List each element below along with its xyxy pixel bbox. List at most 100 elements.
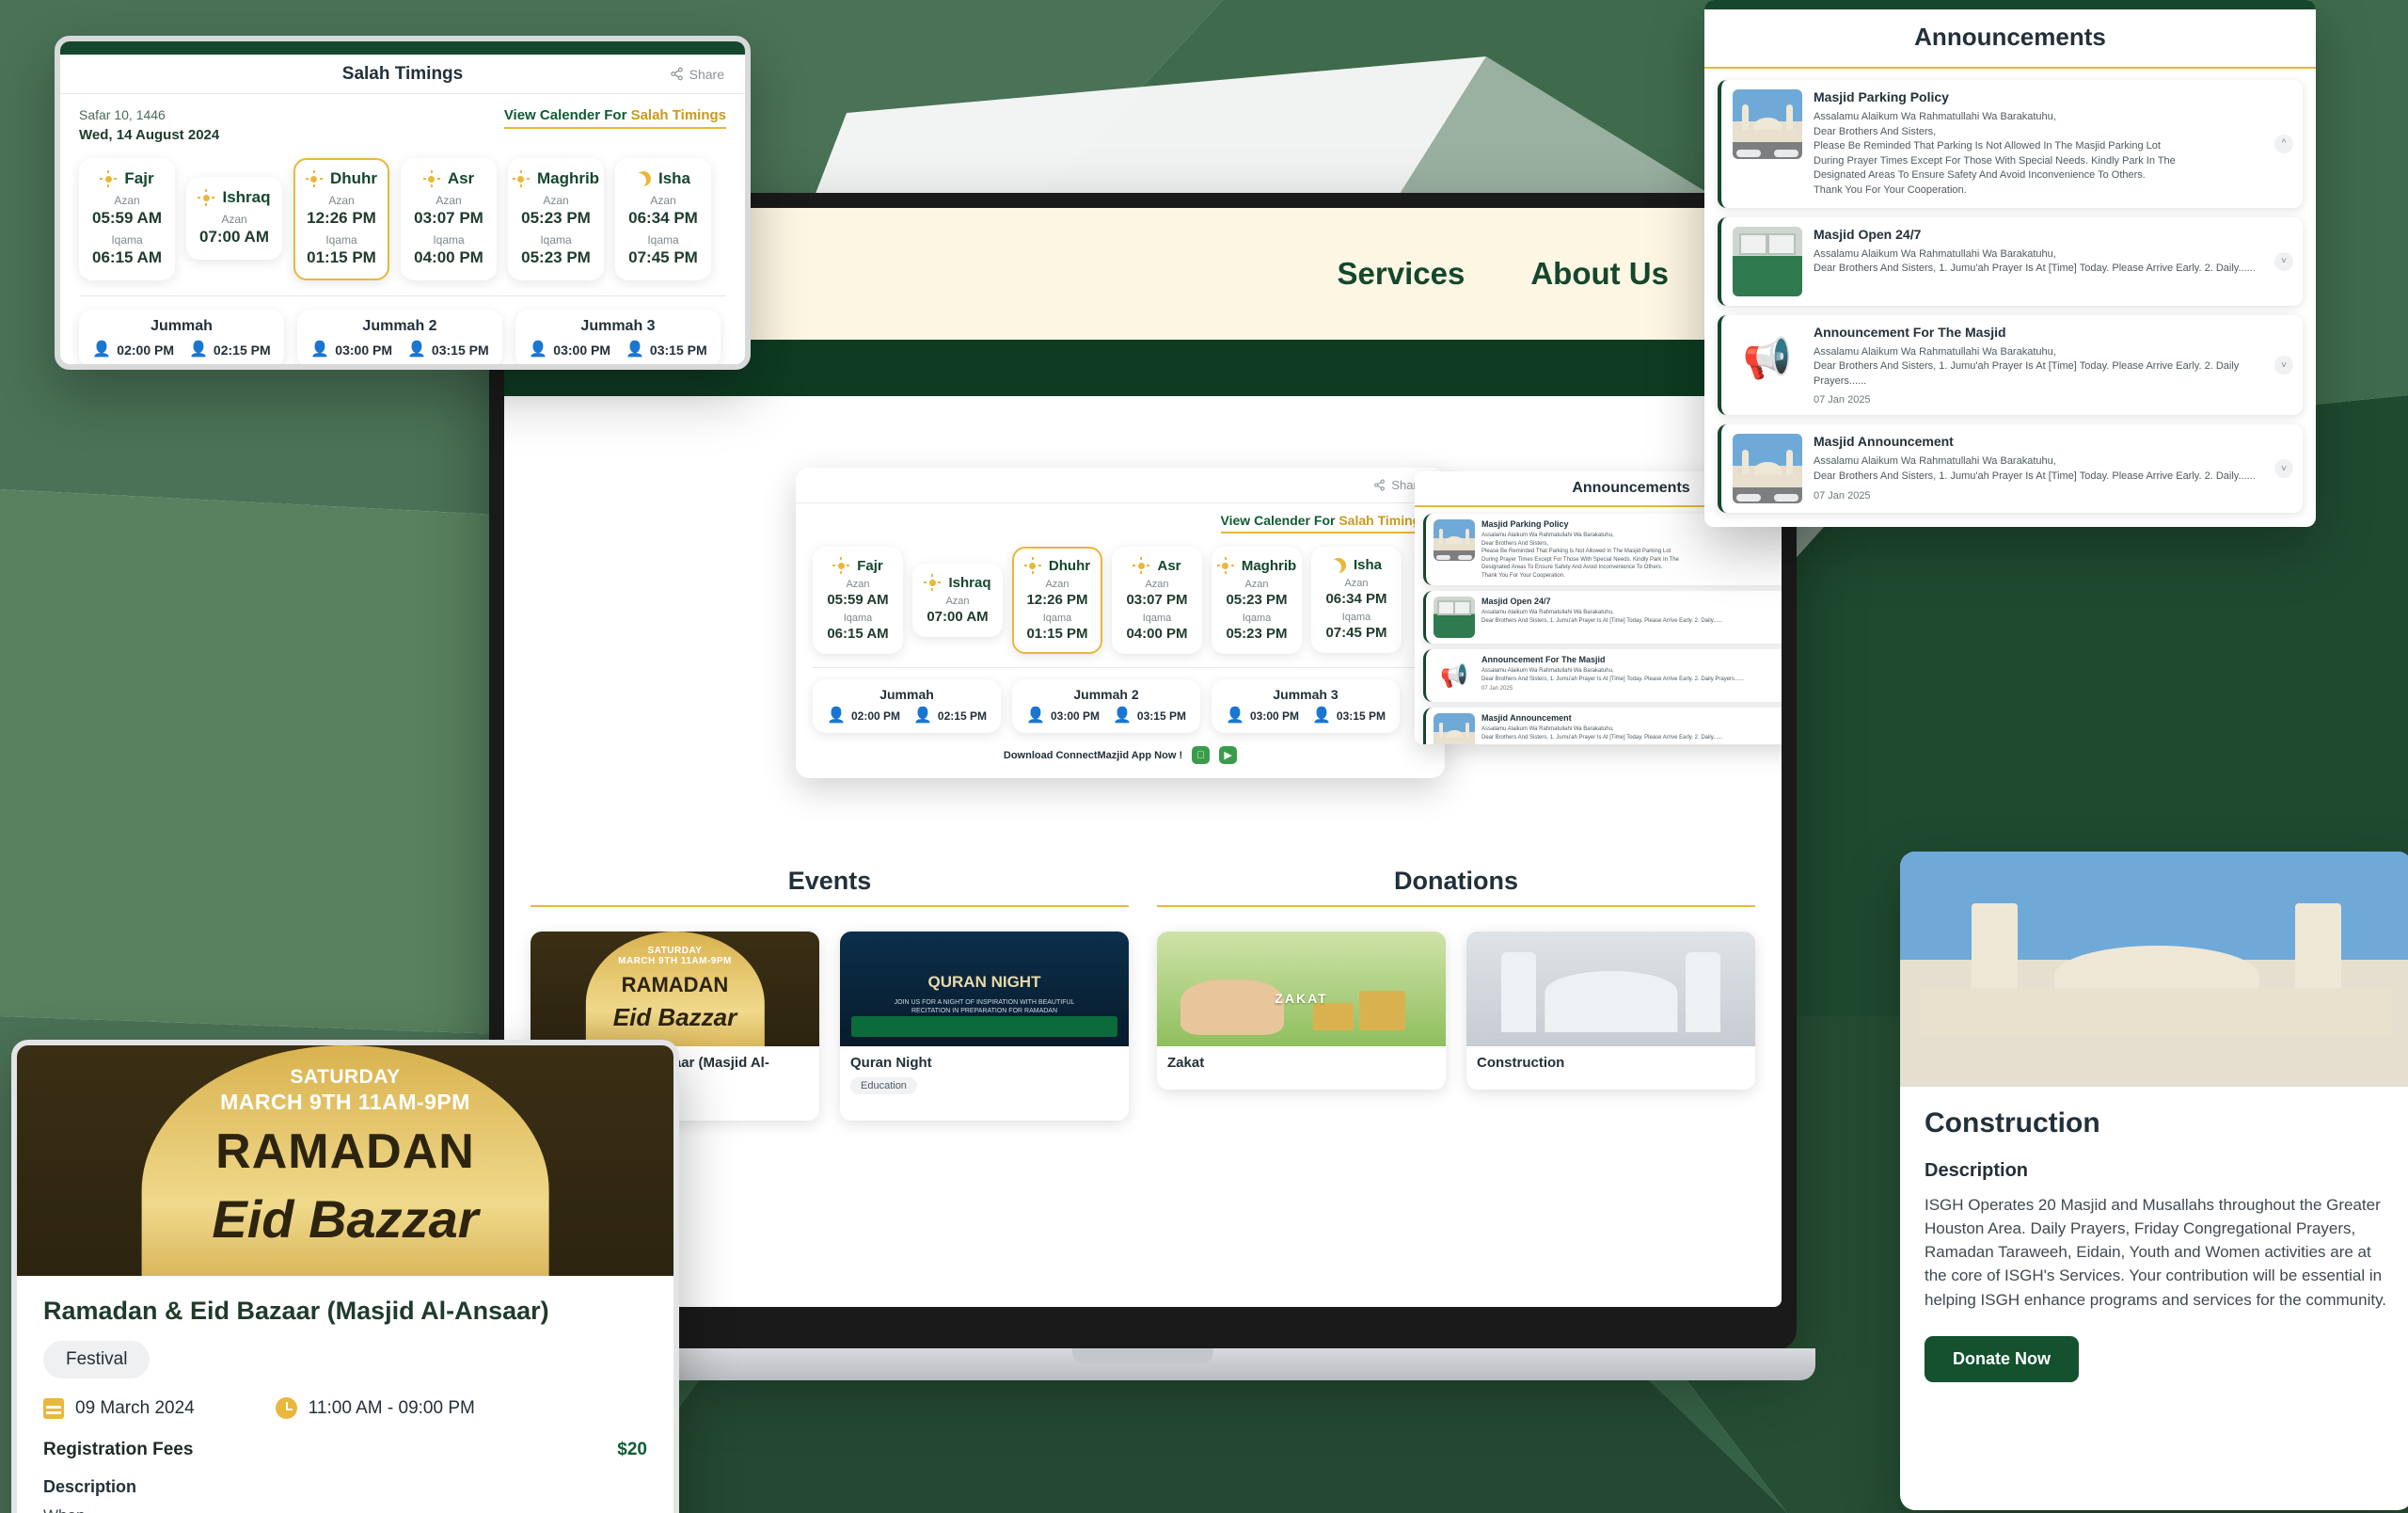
salah-title: Salah Timings	[341, 63, 464, 84]
sunrise-icon	[198, 189, 215, 206]
jummah-salah-time: 👤 02:15 PM	[913, 708, 987, 724]
jummah-card[interactable]: Jummah 3 👤 03:00 PM 👤 03:15 PM	[1212, 679, 1400, 733]
announcement-body: Assalamu Alaikum Wa Rahmatullahi Wa Bara…	[1814, 111, 2176, 197]
announcement-date: 07 Jan 2025	[1481, 686, 1513, 693]
iqama-label: Iqama	[1142, 613, 1172, 624]
azan-label: Azan	[650, 194, 676, 207]
jummah-card[interactable]: Jummah 2 👤 03:00 PM 👤 03:15 PM	[1012, 679, 1200, 733]
jummah-khutbah-time: 👤 03:00 PM	[1026, 708, 1100, 724]
announcement-item[interactable]: Masjid Open 24/7 Assalamu Alaikum Wa Rahm…	[1423, 591, 1782, 645]
prayer-card-isha[interactable]: Isha Azan 06:34 PM Iqama 07:45 PM	[615, 158, 711, 280]
prayer-card-isha[interactable]: Isha Azan 06:34 PM Iqama 07:45 PM	[1311, 547, 1402, 653]
jummah-name: Jummah 3	[1273, 687, 1339, 702]
divider	[79, 295, 726, 296]
download-app-row[interactable]: Download ConnectMazjid App Now !  ▶	[813, 746, 1428, 764]
chevron-down-icon[interactable]: ˅	[2274, 251, 2293, 271]
prayer-card-ishraq[interactable]: Ishraq Azan 07:00 AM	[912, 564, 1003, 637]
prayer-name: Ishraq	[192, 188, 277, 207]
event-title: Ramadan & Eid Bazaar (Masjid Al-Ansaar)	[43, 1297, 549, 1325]
jummah-card[interactable]: Jummah 3 👤 03:00 PM 👤 03:15 PM	[515, 310, 721, 364]
prayer-card-dhuhr[interactable]: Dhuhr Azan 12:26 PM Iqama 01:15 PM	[293, 158, 389, 280]
event-date-text: 09 March 2024	[75, 1397, 195, 1418]
iqama-time: 06:15 AM	[91, 248, 162, 266]
azan-label: Azan	[1244, 579, 1269, 590]
azan-time: 03:07 PM	[1126, 592, 1188, 608]
iqama-label: Iqama	[1242, 613, 1272, 624]
prayer-card-maghrib[interactable]: Maghrib Azan 05:23 PM Iqama 05:23 PM	[1212, 547, 1302, 654]
donation-card[interactable]: Construction	[1466, 932, 1755, 1090]
azan-label: Azan	[945, 596, 970, 607]
divider	[813, 667, 1428, 668]
announcement-item[interactable]: Masjid Open 24/7 Assalamu Alaikum Wa Rahm…	[1718, 216, 2303, 306]
chevron-down-icon[interactable]: ˅	[2274, 356, 2293, 375]
announcement-item[interactable]: Masjid Parking Policy Assalamu Alaikum Wa…	[1718, 80, 2303, 208]
iqama-label: Iqama	[647, 233, 679, 247]
prayer-card-fajr[interactable]: Fajr Azan 05:59 AM Iqama 06:15 AM	[813, 547, 903, 654]
jummah-khutbah-time: 👤 02:00 PM	[92, 342, 174, 358]
donate-now-button[interactable]: Donate Now	[1925, 1335, 2080, 1382]
prayer-name: Fajr	[818, 557, 897, 574]
bazaar-poster-image: SATURDAY MARCH 9TH 11AM-9PM RAMADAN Eid B…	[531, 932, 819, 1046]
iqama-label: Iqama	[433, 233, 465, 247]
announcement-title: Masjid Announcement	[1481, 713, 1572, 724]
nav-about-us[interactable]: About Us	[1530, 256, 1669, 292]
prayer-card-maghrib[interactable]: Maghrib Azan 05:23 PM Iqama 05:23 PM	[508, 158, 604, 280]
prayer-card-fajr[interactable]: Fajr Azan 05:59 AM Iqama 06:15 AM	[79, 158, 175, 280]
azan-time: 03:07 PM	[414, 209, 483, 227]
jummah-card[interactable]: Jummah 👤 02:00 PM 👤 02:15 PM	[79, 310, 284, 364]
view-calendar-link[interactable]: View Calender For Salah Timings	[1220, 513, 1428, 534]
iqama-time: 04:00 PM	[414, 248, 483, 266]
prayer-name: Dhuhr	[1018, 557, 1097, 574]
nav-services[interactable]: Services	[1338, 256, 1465, 292]
announcement-thumbnail	[1733, 226, 1802, 296]
iqama-time: 07:45 PM	[628, 248, 698, 266]
prayer-card-asr[interactable]: Asr Azan 03:07 PM Iqama 04:00 PM	[401, 158, 497, 280]
sun-icon	[422, 170, 440, 187]
prayer-name: Fajr	[85, 169, 169, 188]
iqama-label: Iqama	[1042, 613, 1072, 624]
event-time-text: 11:00 AM - 09:00 PM	[308, 1397, 475, 1418]
view-calendar-link[interactable]: View Calender For Salah Timings	[503, 107, 726, 129]
event-detail-card: SATURDAY MARCH 9TH 11AM-9PM RAMADAN Eid …	[11, 1040, 679, 1513]
announcement-item[interactable]: 📢 Announcement For The Masjid Assalamu Ala…	[1718, 314, 2303, 416]
share-icon	[670, 67, 683, 81]
sunrise-icon	[924, 574, 942, 591]
announcement-item[interactable]: Masjid Announcement Assalamu Alaikum Wa R…	[1718, 424, 2303, 514]
azan-label: Azan	[221, 213, 247, 226]
prayer-card-ishraq[interactable]: Ishraq Azan 07:00 AM	[186, 177, 282, 260]
chevron-up-icon[interactable]: ^	[2274, 134, 2293, 153]
event-poster-image: SATURDAY MARCH 9TH 11AM-9PM RAMADAN Eid …	[17, 1045, 673, 1276]
azan-time: 07:00 AM	[198, 228, 269, 246]
jummah-card[interactable]: Jummah 👤 02:00 PM 👤 02:15 PM	[813, 679, 1001, 733]
sun-icon	[305, 170, 323, 187]
jummah-card[interactable]: Jummah 2 👤 03:00 PM 👤 03:15 PM	[297, 310, 502, 364]
announcement-item[interactable]: Masjid Announcement Assalamu Alaikum Wa R…	[1423, 708, 1782, 744]
prayer-name: Maghrib	[1216, 557, 1296, 574]
azan-label: Azan	[1145, 579, 1169, 590]
iqama-label: Iqama	[843, 613, 873, 624]
person-icon: 👤	[310, 342, 330, 358]
apple-icon[interactable]: 	[1192, 746, 1211, 764]
announcement-item[interactable]: 📢 Announcement For The Masjid Assalamu Ala…	[1423, 649, 1782, 703]
iqama-label: Iqama	[111, 233, 143, 247]
prayer-card-dhuhr[interactable]: Dhuhr Azan 12:26 PM Iqama 01:15 PM	[1012, 547, 1102, 654]
chevron-down-icon[interactable]: ˅	[2274, 459, 2293, 479]
clock-icon	[275, 1397, 297, 1419]
sunrise-icon	[100, 170, 118, 187]
azan-time: 05:23 PM	[1226, 592, 1288, 608]
prayer-name: Ishraq	[918, 574, 997, 591]
person-icon: 👤	[92, 342, 112, 358]
construction-detail-card: Construction Description ISGH Operates 2…	[1900, 852, 2408, 1510]
mosque-photo	[1434, 519, 1475, 561]
donation-card[interactable]: ZAKAT Zakat	[1157, 932, 1446, 1090]
share-button[interactable]: Share	[670, 67, 724, 82]
events-divider	[531, 905, 1129, 907]
event-card[interactable]: QURAN NIGHT JOIN US FOR A NIGHT OF INSPI…	[840, 932, 1129, 1121]
jummah-salah-time: 👤 03:15 PM	[407, 342, 489, 358]
announcement-thumbnail	[1733, 434, 1802, 504]
megaphone-icon: 📢	[1742, 336, 1793, 381]
google-play-icon[interactable]: ▶	[1219, 746, 1238, 764]
description-label: Description	[43, 1477, 137, 1496]
announcement-thumbnail	[1434, 597, 1475, 639]
prayer-card-asr[interactable]: Asr Azan 03:07 PM Iqama 04:00 PM	[1112, 547, 1202, 654]
